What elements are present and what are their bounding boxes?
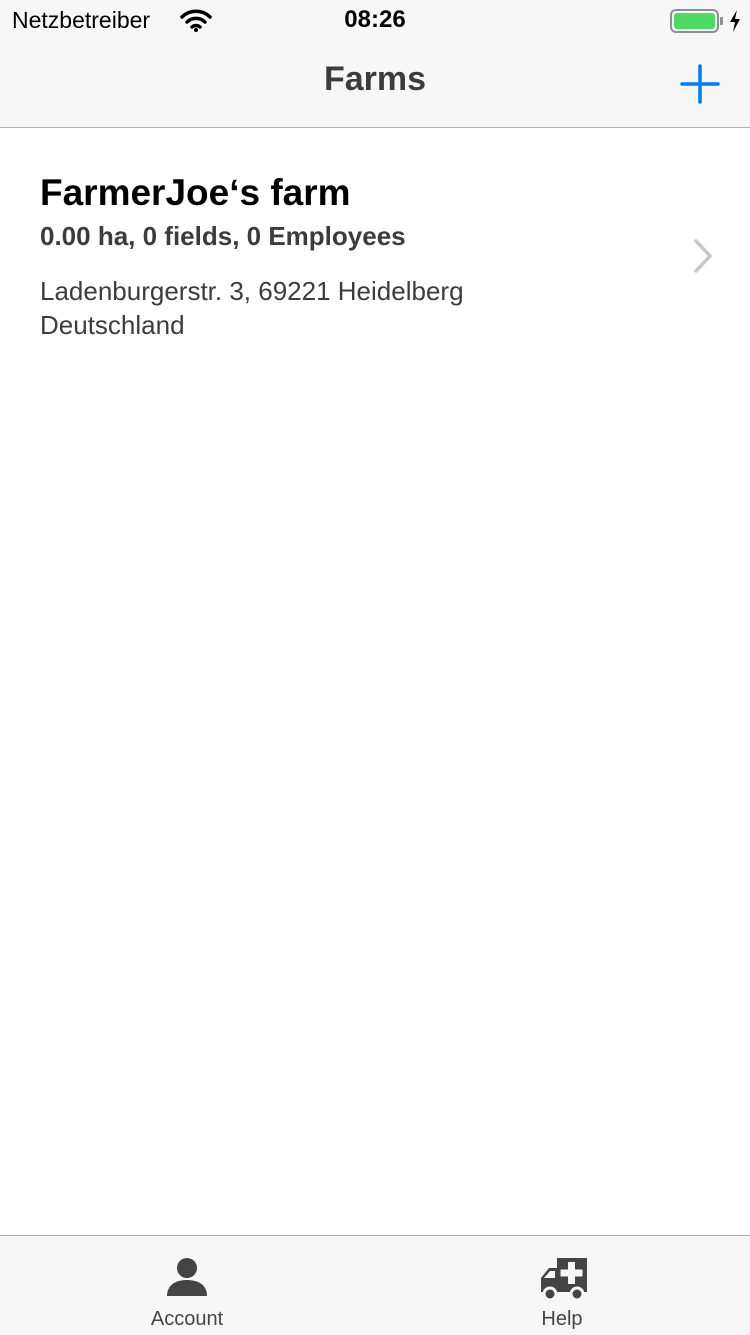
- farm-address: Ladenburgerstr. 3, 69221 Heidelberg: [40, 276, 464, 306]
- add-farm-button[interactable]: [678, 62, 722, 106]
- farm-name: FarmerJoe‘s farm: [40, 172, 351, 213]
- status-time: 08:26: [344, 6, 406, 33]
- nav-bar: Farms: [0, 40, 750, 128]
- chevron-right-icon: [694, 239, 712, 273]
- farm-list: FarmerJoe‘s farm 0.00 ha, 0 fields, 0 Em…: [0, 128, 750, 378]
- plus-icon: [680, 64, 720, 104]
- battery-icon: [670, 9, 723, 33]
- person-icon: [167, 1258, 207, 1296]
- ambulance-icon: [541, 1258, 587, 1302]
- page-title: Farms: [323, 60, 427, 98]
- tab-account[interactable]: Account: [87, 1236, 287, 1335]
- charging-icon: [730, 10, 740, 32]
- status-bar: Netzbetreiber 08:26: [0, 0, 750, 40]
- tab-bar: Account Help: [0, 1235, 750, 1335]
- tab-help-label: Help: [541, 1308, 583, 1330]
- tab-account-label: Account: [150, 1308, 224, 1330]
- farm-row[interactable]: FarmerJoe‘s farm 0.00 ha, 0 fields, 0 Em…: [0, 128, 750, 378]
- farm-stats: 0.00 ha, 0 fields, 0 Employees: [40, 221, 406, 251]
- tab-help[interactable]: Help: [462, 1236, 662, 1335]
- farm-country: Deutschland: [40, 310, 185, 340]
